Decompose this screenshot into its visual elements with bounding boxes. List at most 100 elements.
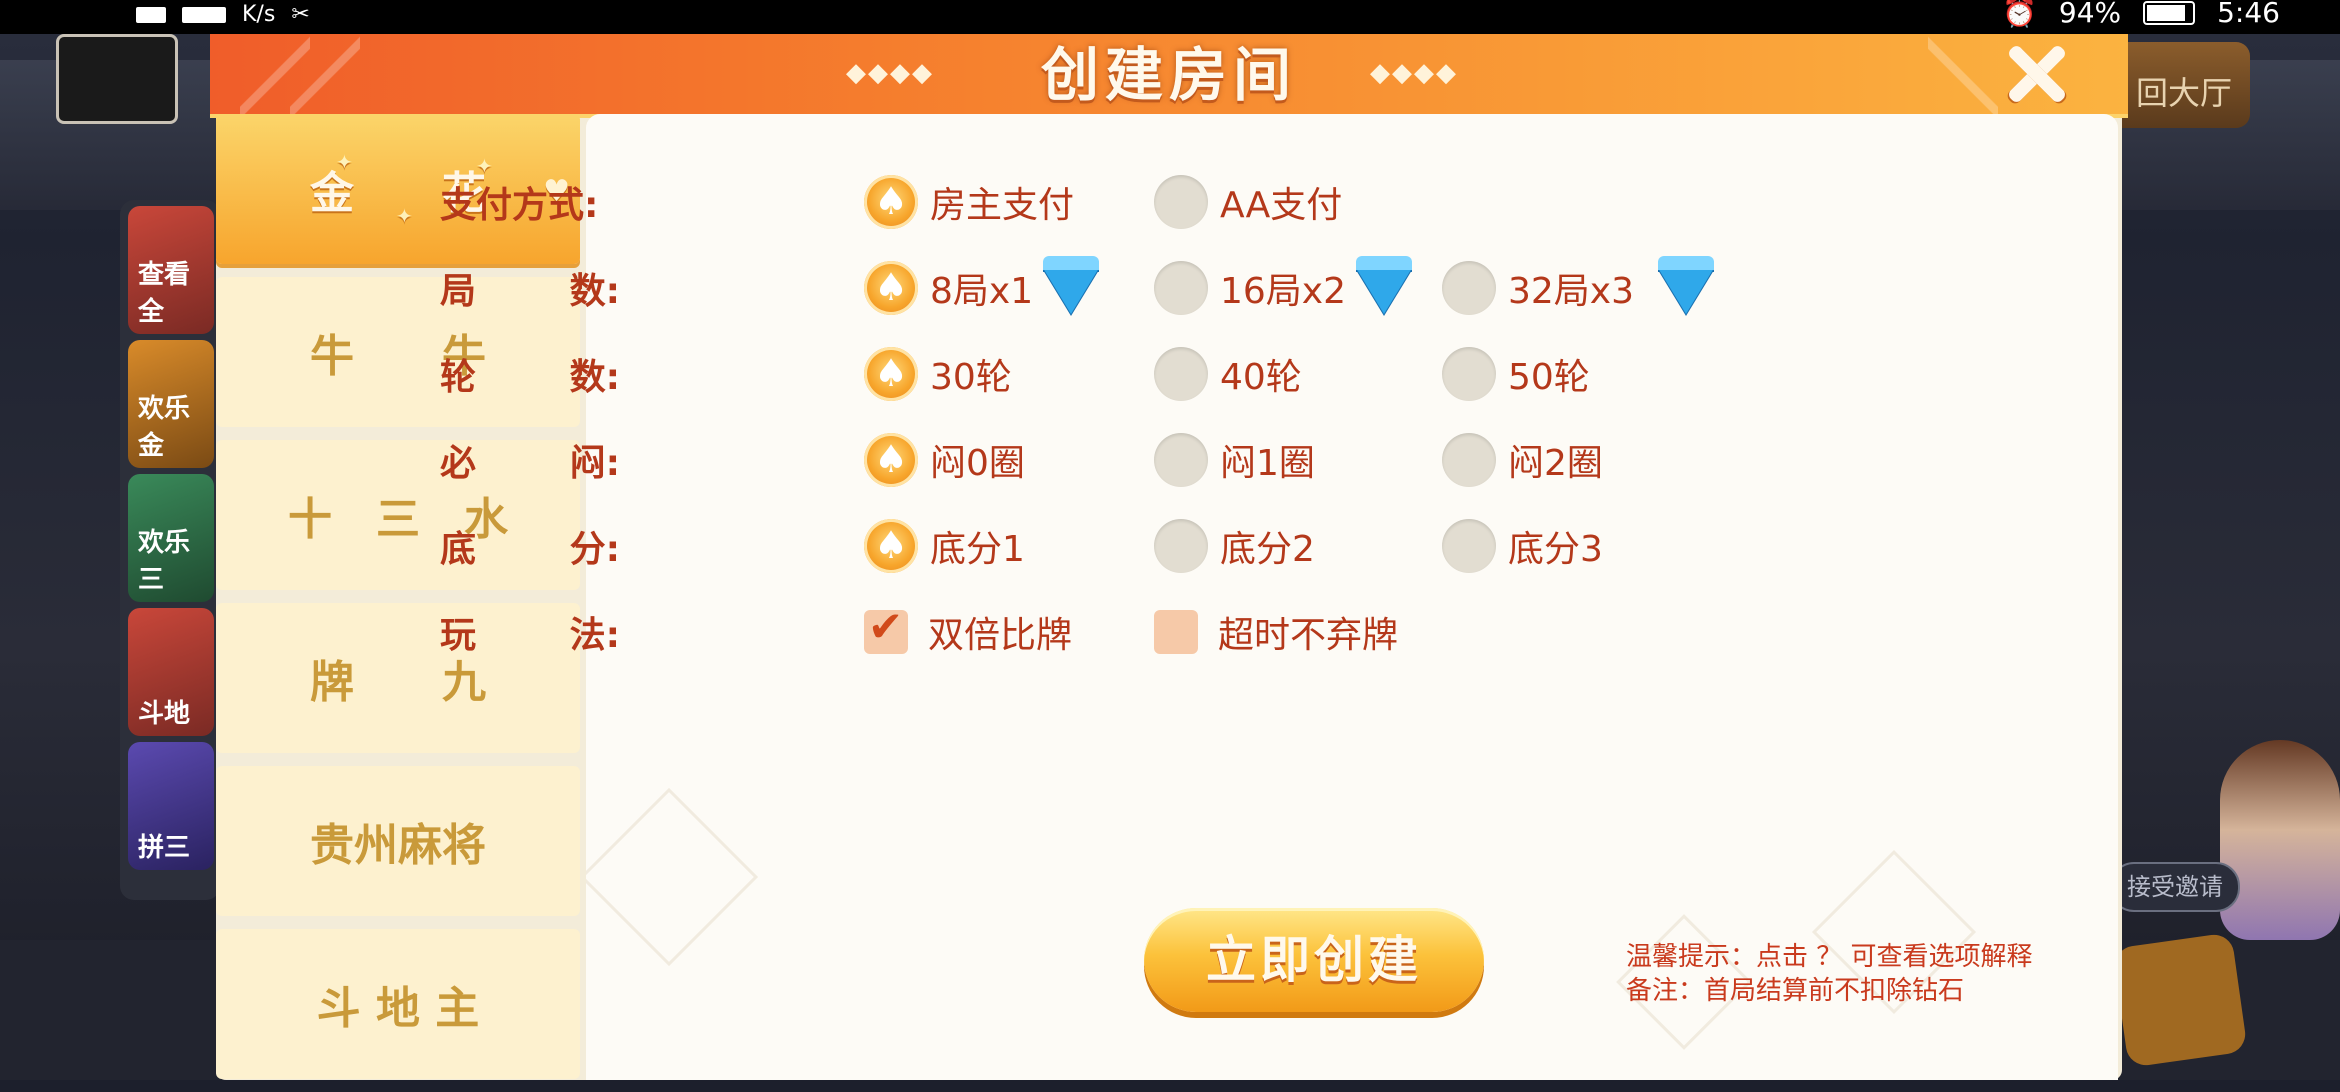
lobby-game-thumb[interactable]: 拼三 [128,742,214,870]
lobby-game-thumb-label: 拼三 [138,833,191,863]
turns-option-50[interactable]: 50轮 [1442,344,1590,404]
avatar[interactable] [56,34,178,124]
create-room-dialog: ◆◆◆◆ 创建房间 ◆◆◆◆ ✦ ✦ ✦ 金 花 ♥ 牛 牛 十 三 水 牌 九… [210,34,2128,1080]
accept-invite-button[interactable]: 接受邀请 [2110,862,2240,912]
base-score-label: 底 分: [440,520,620,572]
play-rules-row: 玩 法: [440,602,620,662]
option-label: 32局x3 [1508,271,1635,312]
radio-icon [1154,347,1208,401]
base-score-option-3[interactable]: 底分3 [1442,516,1603,576]
radio-icon [1154,519,1208,573]
radio-icon [1154,433,1208,487]
battery-icon [2143,0,2196,25]
back-to-hall-label: 回大厅 [2135,74,2232,112]
option-label: 房主支付 [930,185,1075,226]
play-rules-label: 玩 法: [440,606,620,658]
tab-doudizhu[interactable]: 斗 地 主 [216,929,580,1079]
turns-label: 轮 数: [440,348,620,400]
option-label: 30轮 [930,357,1012,398]
checkbox-checked-icon [864,602,908,654]
payment-row: 支付方式: [440,172,620,232]
play-rules-label-a: 玩 [440,615,477,656]
radio-selected-icon [864,261,918,315]
background-decoration [586,787,759,967]
turns-option-30[interactable]: 30轮 [864,344,1012,404]
rounds-option-8[interactable]: 8局x1 [864,256,1100,318]
must-blind-label-a: 必 [440,443,477,484]
radio-icon [1442,261,1496,315]
base-score-option-2[interactable]: 底分2 [1154,516,1315,576]
battery-percent: 94% [2058,0,2122,29]
rule-no-fold-timeout-checkbox[interactable]: 超时不弃牌 [1154,602,1398,662]
hostess-character [2220,740,2340,940]
must-blind-option-0[interactable]: 闷0圈 [864,430,1025,490]
tab-label: 贵州麻将 [310,820,486,871]
lobby-game-thumb-label: 斗地 [138,699,191,729]
clock: 5:46 [2217,0,2280,29]
dialog-title: 创建房间 [1040,41,1297,109]
note-line: 备注：首局结算前不扣除钻石 [1626,976,1965,1006]
option-label: 底分2 [1220,529,1315,570]
radio-icon [1442,519,1496,573]
radio-selected-icon [864,175,918,229]
radio-icon [1154,261,1208,315]
signal-icon [182,6,226,23]
alarm-icon: ⏰ [2002,0,2037,29]
lobby-game-thumb[interactable]: 欢乐三 [128,474,214,602]
option-label: 16局x2 [1220,271,1347,312]
radio-icon [1442,347,1496,401]
lobby-game-thumb-label: 欢乐金 [138,394,191,461]
payment-option-host[interactable]: 房主支付 [864,172,1074,232]
must-blind-option-2[interactable]: 闷2圈 [1442,430,1603,490]
radio-icon [1154,175,1208,229]
rule-double-compare-checkbox[interactable]: 双倍比牌 [864,602,1072,662]
sparkle-icon: ✦ [336,150,353,174]
scissors-icon: ✂ [291,2,310,27]
payment-option-aa[interactable]: AA支付 [1154,172,1342,232]
tab-guizhou-mahjong[interactable]: 贵州麻将 [216,766,580,916]
rounds-label-a: 局 [440,271,477,312]
option-label: 闷2圈 [1508,443,1603,484]
title-decoration-right: ◆◆◆◆ [1370,58,1458,88]
turns-option-40[interactable]: 40轮 [1154,344,1302,404]
lobby-game-thumb[interactable]: 斗地 [128,608,214,736]
option-label: 闷1圈 [1220,443,1315,484]
radio-selected-icon [864,519,918,573]
option-label: 闷0圈 [930,443,1025,484]
lobby-game-thumb[interactable]: 查看全 [128,206,214,334]
dialog-header: ◆◆◆◆ 创建房间 ◆◆◆◆ [210,34,2128,118]
turns-label-b: 数: [569,357,620,398]
radio-selected-icon [864,433,918,487]
rounds-option-32[interactable]: 32局x3 [1442,256,1715,318]
option-label: 底分3 [1508,529,1603,570]
close-button[interactable] [1996,34,2076,114]
tips: 温馨提示：点击 ？ 可查看选项解释 备注：首局结算前不扣除钻石 [1626,940,2033,1008]
base-score-row: 底 分: [440,516,620,576]
lobby-game-thumb-label: 查看全 [138,260,191,327]
net-speed: K/s [242,2,276,27]
diamond-icon [1043,256,1100,314]
rounds-row: 局 数: [440,258,620,318]
rounds-label-b: 数: [569,271,620,312]
diamond-icon [1356,256,1413,314]
option-label: 双倍比牌 [928,615,1073,656]
turns-row: 轮 数: [440,344,620,404]
option-label: 8局x1 [930,271,1034,312]
diamond-icon [1658,256,1715,314]
must-blind-label: 必 闷: [440,434,620,486]
lobby-game-thumb[interactable]: 欢乐金 [128,340,214,468]
create-now-button[interactable]: 立即创建 [1144,908,1484,1012]
radio-icon [1442,433,1496,487]
lobby-game-thumb-label: 欢乐三 [138,528,191,595]
lobby-decoration [2112,932,2248,1068]
payment-label: 支付方式: [440,185,599,226]
radio-selected-icon [864,347,918,401]
option-label: 40轮 [1220,357,1302,398]
rounds-option-16[interactable]: 16局x2 [1154,256,1413,318]
turns-label-a: 轮 [440,357,477,398]
sparkle-icon: ✦ [396,204,413,228]
option-label: 超时不弃牌 [1218,615,1399,656]
must-blind-option-1[interactable]: 闷1圈 [1154,430,1315,490]
must-blind-row: 必 闷: [440,430,620,490]
base-score-option-1[interactable]: 底分1 [864,516,1025,576]
